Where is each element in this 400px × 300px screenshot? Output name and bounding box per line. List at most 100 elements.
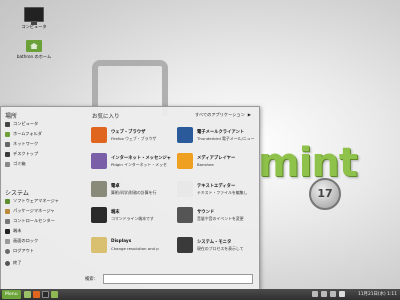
desktop-icon-label: bathron のホーム (16, 54, 52, 59)
computer-icon (5, 121, 10, 127)
app-description: Pidgin インターネット・メッセ (111, 162, 167, 167)
app-name: インターネット・メッセンジャ (111, 156, 171, 161)
files-launcher-icon[interactable] (51, 291, 58, 298)
computer-icon (24, 7, 44, 25)
system-software-manager[interactable]: ソフトウェアマネージャ (5, 197, 77, 205)
taskbar-panel: Menu 11月21日(水) 1:11 (0, 289, 400, 300)
system-label: パッケージマネージャ (13, 208, 55, 213)
app-name: テキストエディター (197, 184, 236, 189)
desktop-icon-home[interactable]: bathron のホーム (11, 40, 57, 60)
system-label: コントロールセンター (13, 218, 55, 223)
app-system-monitor[interactable]: システム・モニタ 現在のプロセスを表示して (177, 235, 265, 259)
thunderbird-icon (177, 127, 193, 143)
app-description: テキスト・ファイルを編集し (197, 190, 248, 195)
app-name: メディアプレイヤー (197, 156, 236, 161)
package-icon (5, 208, 10, 214)
firefox-launcher-icon[interactable] (33, 291, 40, 298)
network-icon (5, 141, 10, 147)
desktop-icon (5, 151, 10, 157)
keyboard-icon[interactable] (339, 291, 345, 297)
home-folder-icon (26, 40, 42, 52)
place-trash[interactable]: ゴミ箱 (5, 160, 77, 168)
system-logout[interactable]: ログアウト (5, 247, 77, 255)
app-name: 電卓 (111, 184, 120, 189)
terminal-launcher-icon[interactable] (42, 291, 49, 298)
system-label: 端末 (13, 228, 22, 233)
mint-logo-text: mint (258, 140, 358, 186)
place-label: ゴミ箱 (13, 161, 26, 166)
display-icon (91, 237, 107, 253)
system-title: システム (5, 190, 29, 197)
terminal-icon (91, 207, 107, 223)
menu-button[interactable]: Menu (2, 290, 21, 299)
system-label: ログアウト (13, 248, 34, 253)
app-email-client[interactable]: 電子メールクライアント Thunderbird 電子メール/ニュー (177, 125, 265, 149)
favorites-panel: お気に入り すべてのアプリケーション ▶ ウェブ・ブラウザ Firefox ウェブ… (83, 107, 259, 289)
banshee-icon (177, 153, 193, 169)
app-description: Firefox ウェブ・ブラウザ (111, 136, 157, 141)
folder-icon (5, 131, 10, 137)
desktop-icon-computer[interactable]: コンピュータ (11, 7, 57, 30)
app-name: サウンド (197, 210, 215, 215)
pidgin-icon (91, 153, 107, 169)
lock-icon (5, 238, 10, 244)
bluetooth-icon[interactable] (321, 291, 327, 297)
text-editor-icon (177, 181, 193, 197)
app-description: コマンドライン端末です (111, 216, 154, 221)
app-description: Thunderbird 電子メール/ニュー (197, 136, 255, 141)
system-package-manager[interactable]: パッケージマネージャ (5, 207, 77, 215)
app-description: Change resolution and p (111, 246, 159, 251)
favorites-title: お気に入り (92, 114, 120, 120)
place-label: コンピュータ (13, 121, 39, 126)
app-description: 算術/科学/財務の計算を行 (111, 190, 157, 195)
place-desktop[interactable]: デスクトップ (5, 150, 77, 158)
mint-version-badge: 17 (309, 178, 341, 210)
application-menu: 場所 コンピュータ ホームフォルダ ネットワーク デスクトップ ゴミ箱 システム… (0, 106, 260, 290)
firefox-icon (91, 127, 107, 143)
network-icon[interactable] (312, 291, 318, 297)
app-text-editor[interactable]: テキストエディター テキスト・ファイルを編集し (177, 179, 265, 203)
app-description: 現在のプロセスを表示して (197, 246, 244, 251)
place-label: ネットワーク (13, 141, 39, 146)
place-computer[interactable]: コンピュータ (5, 120, 77, 128)
volume-icon[interactable] (330, 291, 336, 297)
system-terminal[interactable]: 端末 (5, 227, 77, 235)
system-label: 終了 (13, 260, 22, 265)
system-label: 画面のロック (13, 238, 39, 243)
places-title: 場所 (5, 113, 18, 120)
app-name: システム・モニタ (197, 240, 232, 245)
app-messenger[interactable]: インターネット・メッセンジャ Pidgin インターネット・メッセ (91, 151, 179, 175)
system-lock-screen[interactable]: 画面のロック (5, 237, 77, 245)
clock[interactable]: 11月21日(水) 1:11 (358, 289, 397, 300)
settings-icon (5, 218, 10, 224)
app-web-browser[interactable]: ウェブ・ブラウザ Firefox ウェブ・ブラウザ (91, 125, 179, 149)
app-displays[interactable]: Displays Change resolution and p (91, 235, 179, 259)
logout-icon (5, 248, 10, 254)
show-desktop-icon[interactable] (24, 291, 31, 298)
app-calculator[interactable]: 電卓 算術/科学/財務の計算を行 (91, 179, 179, 203)
place-network[interactable]: ネットワーク (5, 140, 77, 148)
app-terminal[interactable]: 端末 コマンドライン端末です (91, 205, 179, 229)
terminal-icon (5, 228, 10, 234)
app-name: 端末 (111, 210, 120, 215)
power-icon (5, 260, 10, 266)
app-media-player[interactable]: メディアプレイヤー Banshee (177, 151, 265, 175)
all-applications-label: すべてのアプリケーション (195, 112, 245, 117)
place-home[interactable]: ホームフォルダ (5, 130, 77, 138)
search-row: 検索: (83, 274, 255, 284)
app-name: ウェブ・ブラウザ (111, 130, 146, 135)
system-control-center[interactable]: コントロールセンター (5, 217, 77, 225)
app-name: Displays (111, 239, 132, 244)
all-applications-button[interactable]: すべてのアプリケーション ▶ (195, 112, 251, 118)
menu-sidebar: 場所 コンピュータ ホームフォルダ ネットワーク デスクトップ ゴミ箱 システム… (1, 107, 79, 289)
app-sound[interactable]: サウンド 音量や音のイベントを変更 (177, 205, 265, 229)
app-description: 音量や音のイベントを変更 (197, 216, 244, 221)
trash-icon (5, 161, 10, 167)
software-manager-icon (5, 198, 10, 204)
search-input[interactable] (103, 274, 253, 284)
system-label: ソフトウェアマネージャ (13, 198, 59, 203)
search-label: 検索: (85, 277, 96, 282)
system-shutdown[interactable]: 終了 (5, 259, 77, 267)
app-description: Banshee (197, 162, 214, 167)
system-monitor-icon (177, 237, 193, 253)
